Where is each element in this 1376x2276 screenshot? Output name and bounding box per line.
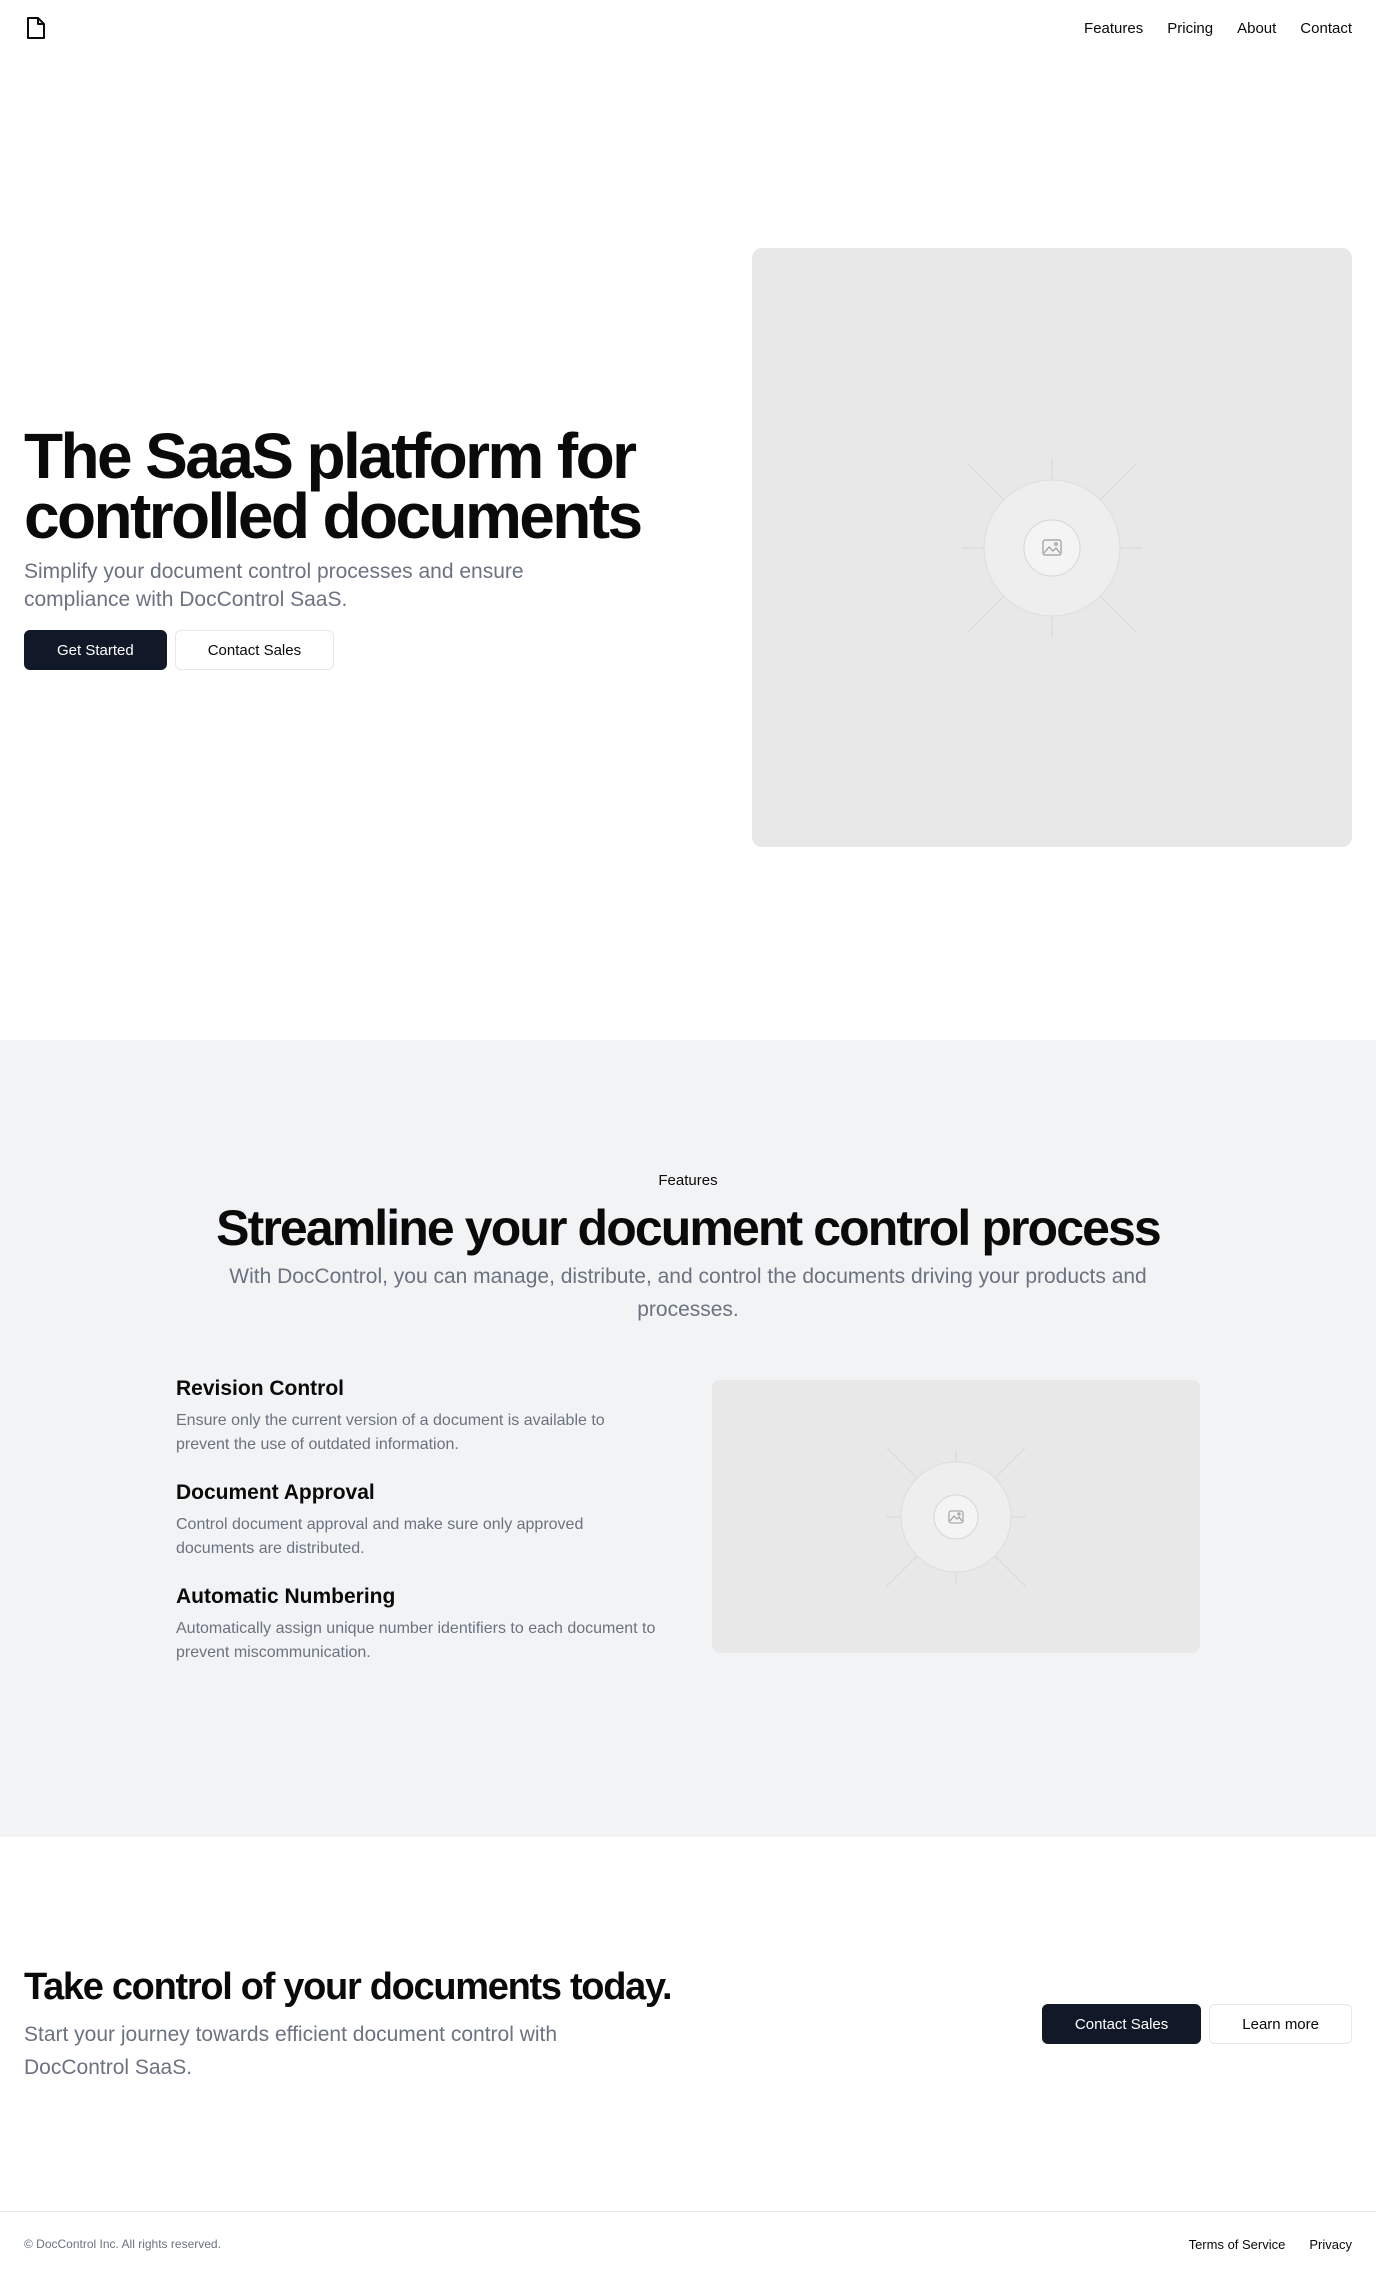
features-image-placeholder <box>712 1380 1200 1653</box>
top-nav: Features Pricing About Contact <box>0 0 1376 56</box>
nav-link-about[interactable]: About <box>1237 20 1276 37</box>
feature-item: Automatic Numbering Automatically assign… <box>176 1583 656 1665</box>
feature-description: Control document approval and make sure … <box>176 1516 584 1557</box>
feature-title: Revision Control <box>176 1377 345 1400</box>
nav-links: Features Pricing About Contact <box>1084 20 1352 37</box>
cta-section: Take control of your documents today. St… <box>24 1964 684 2084</box>
cta-subtitle: Start your journey towards efficient doc… <box>24 2023 558 2079</box>
contact-sales-button[interactable]: Contact Sales <box>174 630 335 670</box>
terms-of-service-link[interactable]: Terms of Service <box>1189 2237 1286 2252</box>
hero-buttons: Get Started Contact Sales <box>24 630 684 670</box>
image-placeholder-icon <box>962 458 1142 638</box>
nav-link-features[interactable]: Features <box>1084 20 1143 37</box>
feature-description: Ensure only the current version of a doc… <box>176 1412 605 1453</box>
features-subtitle: With DocControl, you can manage, distrib… <box>229 1265 1147 1321</box>
features-eyebrow: Features <box>658 1172 718 1189</box>
cta-buttons: Contact Sales Learn more <box>1041 2004 1352 2044</box>
feature-list: Revision Control Ensure only the current… <box>176 1375 656 1687</box>
footer-links: Terms of Service Privacy <box>1189 2237 1352 2252</box>
feature-title: Document Approval <box>176 1481 375 1504</box>
footer: © DocControl Inc. All rights reserved. T… <box>0 2211 1376 2276</box>
nav-link-contact[interactable]: Contact <box>1300 20 1352 37</box>
hero-section: The SaaS platform for controlled documen… <box>24 420 684 670</box>
nav-link-pricing[interactable]: Pricing <box>1167 20 1213 37</box>
privacy-link[interactable]: Privacy <box>1309 2237 1352 2252</box>
document-icon[interactable] <box>24 14 48 42</box>
hero-subtitle: Simplify your document control processes… <box>24 560 524 611</box>
feature-description: Automatically assign unique number ident… <box>176 1620 656 1661</box>
copyright-text: © DocControl Inc. All rights reserved. <box>24 2237 221 2251</box>
feature-item: Revision Control Ensure only the current… <box>176 1375 656 1457</box>
get-started-button[interactable]: Get Started <box>24 630 167 670</box>
learn-more-button[interactable]: Learn more <box>1209 2004 1352 2044</box>
feature-title: Automatic Numbering <box>176 1585 396 1608</box>
feature-item: Document Approval Control document appro… <box>176 1479 656 1561</box>
features-section: Features Streamline your document contro… <box>0 1040 1376 1837</box>
hero-title: The SaaS platform for controlled documen… <box>24 420 643 552</box>
cta-contact-sales-button[interactable]: Contact Sales <box>1041 2004 1202 2044</box>
image-placeholder-icon <box>885 1446 1027 1588</box>
features-title: Streamline your document control process <box>216 1200 1162 1256</box>
cta-title: Take control of your documents today. <box>24 1966 673 2008</box>
hero-image-placeholder <box>752 248 1352 847</box>
